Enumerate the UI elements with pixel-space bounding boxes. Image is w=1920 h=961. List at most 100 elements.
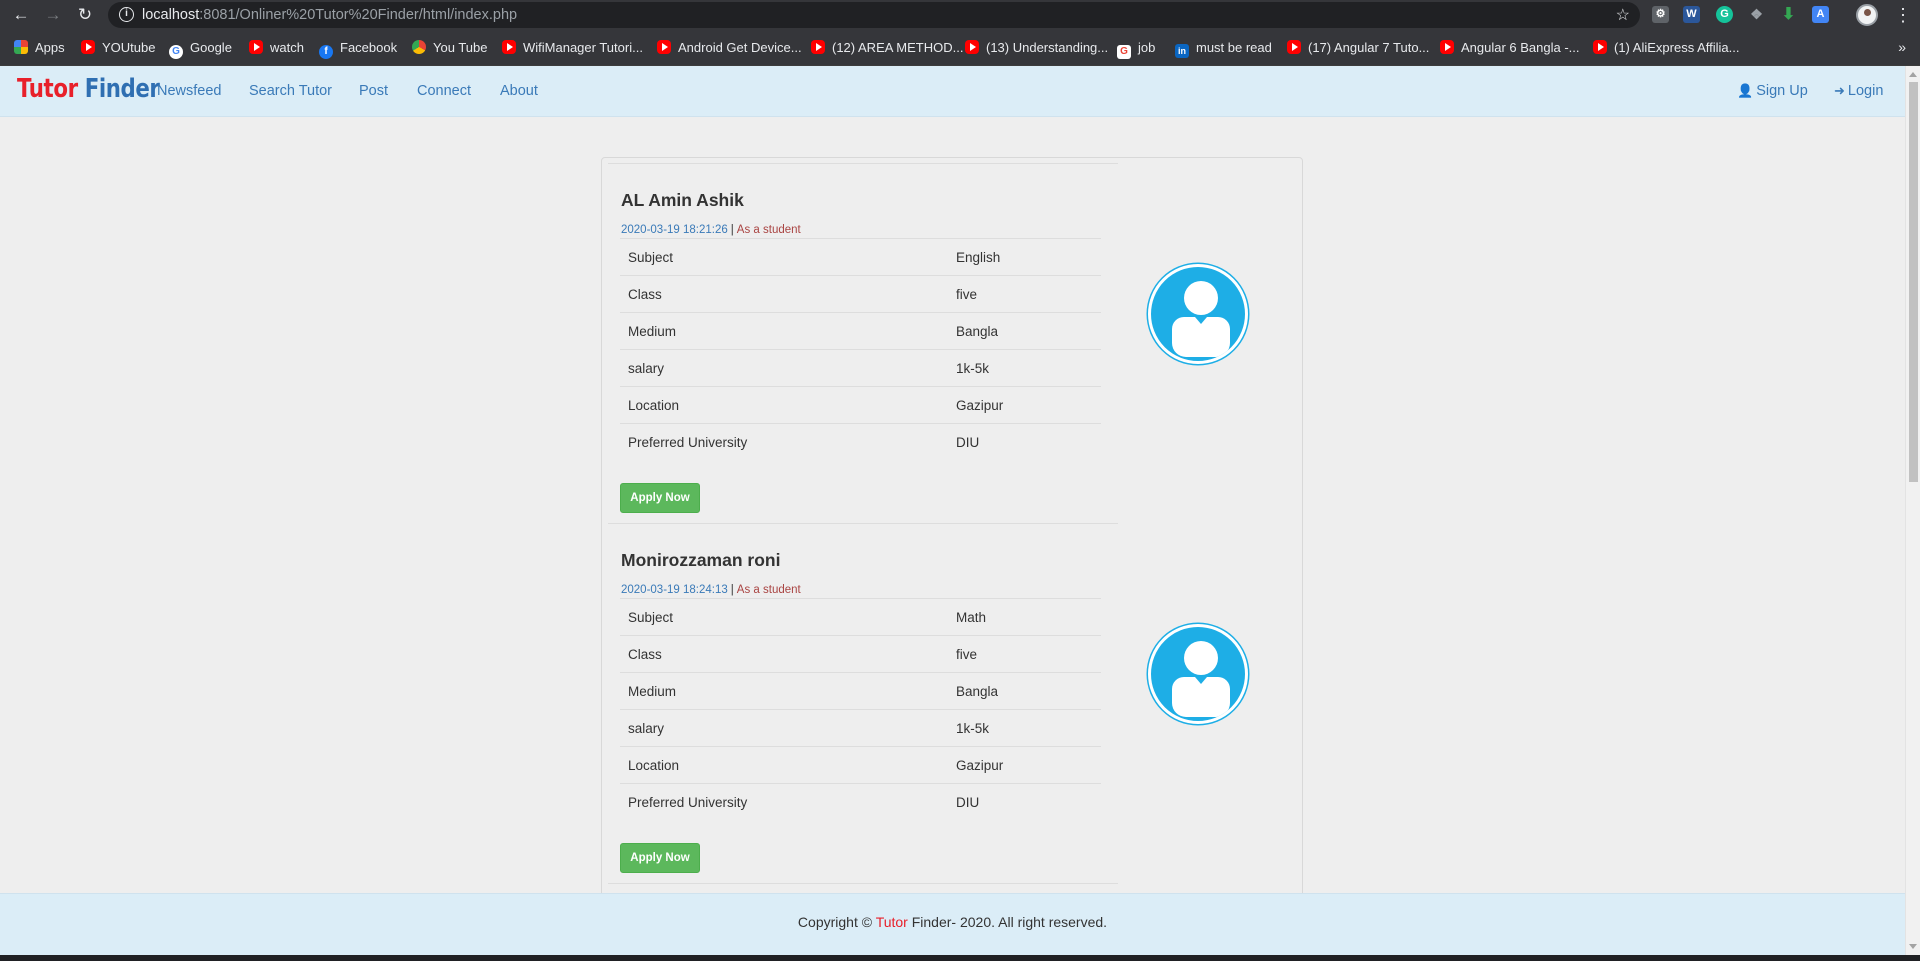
bookmark-angular7[interactable]: (17) Angular 7 Tuto... [1287, 39, 1429, 57]
youtube-icon [965, 40, 979, 54]
youtube-icon [1287, 40, 1301, 54]
scroll-up-icon[interactable] [1909, 72, 1917, 77]
chrome-icon [412, 40, 426, 54]
bookmark-android[interactable]: Android Get Device... [657, 39, 802, 57]
youtube-icon [502, 40, 516, 54]
divider [608, 523, 1118, 524]
user-icon: 👤 [1737, 83, 1754, 98]
bookmarks-overflow-button[interactable]: » [1898, 39, 1906, 55]
detail-value: five [948, 635, 1101, 673]
post-date: 2020-03-19 18:24:13 [621, 584, 728, 596]
detail-value: Math [948, 598, 1101, 636]
post-meta: 2020-03-19 18:24:13 | As a student [621, 584, 801, 596]
detail-key: Preferred University [620, 423, 948, 461]
detail-key: Subject [620, 238, 948, 276]
detail-value: Gazipur [948, 746, 1101, 784]
detail-value: Bangla [948, 312, 1101, 350]
bookmark-area-method[interactable]: (12) AREA METHOD... [811, 39, 963, 57]
nav-post[interactable]: Post [359, 83, 388, 99]
menu-icon[interactable]: ⋮ [1894, 4, 1912, 26]
detail-key: salary [620, 349, 948, 387]
apply-now-button[interactable]: Apply Now [620, 483, 700, 513]
extension-icon[interactable]: ⚙ [1652, 6, 1669, 23]
url-text[interactable]: localhost:8081/Onliner%20Tutor%20Finder/… [142, 7, 517, 23]
detail-key: salary [620, 709, 948, 747]
bookmark-you-tube[interactable]: You Tube [412, 39, 487, 57]
youtube-icon [249, 40, 263, 54]
post-author-name: Monirozzaman roni [621, 550, 781, 570]
copyright-text: Copyright © Tutor Finder- 2020. All righ… [797, 914, 1108, 930]
post-card: AL Amin Ashik 2020-03-19 18:21:26 | As a s… [620, 190, 1130, 520]
back-icon[interactable]: ← [10, 4, 32, 26]
table-row: Location Gazipur [620, 746, 1101, 784]
post-details-table: Subject English Class five Medium Bangla sa… [620, 238, 1101, 461]
detail-value: English [948, 238, 1101, 276]
post-role: As a student [736, 224, 801, 236]
table-row: salary 1k-5k [620, 709, 1101, 747]
address-bar[interactable]: i localhost:8081/Onliner%20Tutor%20Finde… [108, 2, 1640, 28]
nav-search-tutor[interactable]: Search Tutor [249, 83, 332, 99]
linkedin-icon: in [1175, 44, 1189, 58]
detail-key: Preferred University [620, 783, 948, 821]
user-avatar [1148, 264, 1248, 364]
dropbox-icon[interactable]: ❖ [1748, 6, 1765, 23]
post-role: As a student [736, 584, 801, 596]
table-row: Preferred University DIU [620, 423, 1101, 461]
bookmark-must-be-read[interactable]: in must be read [1175, 39, 1272, 58]
bookmark-angular6[interactable]: Angular 6 Bangla -... [1440, 39, 1580, 57]
bookmark-youtube[interactable]: YOUtube [81, 39, 155, 57]
nav-connect[interactable]: Connect [417, 83, 471, 99]
profile-avatar[interactable] [1856, 4, 1878, 26]
apply-now-button[interactable]: Apply Now [620, 843, 700, 873]
detail-key: Location [620, 386, 948, 424]
detail-key: Class [620, 275, 948, 313]
youtube-icon [811, 40, 825, 54]
nav-about[interactable]: About [500, 83, 538, 99]
scrollbar-thumb[interactable] [1909, 82, 1918, 482]
bookmark-watch[interactable]: watch [249, 39, 304, 57]
detail-value: Bangla [948, 672, 1101, 710]
nav-newsfeed[interactable]: Newsfeed [157, 83, 221, 99]
scroll-down-icon[interactable] [1909, 944, 1917, 949]
bookmark-job[interactable]: Gjob [1117, 39, 1155, 59]
download-extension-icon[interactable]: ⬇ [1780, 6, 1797, 23]
bookmark-aliexpress[interactable]: (1) AliExpress Affilia... [1593, 39, 1739, 57]
post-date: 2020-03-19 18:21:26 [621, 224, 728, 236]
google-icon: G [169, 45, 183, 59]
divider [608, 883, 1118, 884]
table-row: Class five [620, 635, 1101, 673]
user-avatar [1148, 624, 1248, 724]
word-extension-icon[interactable]: W [1683, 6, 1700, 23]
youtube-icon [81, 40, 95, 54]
table-row: Location Gazipur [620, 386, 1101, 424]
detail-key: Medium [620, 672, 948, 710]
post-meta: 2020-03-19 18:21:26 | As a student [621, 224, 801, 236]
post-author-name: AL Amin Ashik [621, 190, 744, 210]
grammarly-icon[interactable]: G [1716, 6, 1733, 23]
bookmark-google[interactable]: G Google [169, 39, 232, 59]
bookmark-wifimanager[interactable]: WifiManager Tutori... [502, 39, 643, 57]
bookmarks-bar: Apps YOUtube G Google watch f Facebook You… [0, 30, 1920, 66]
translate-icon[interactable]: A [1812, 6, 1829, 23]
table-row: salary 1k-5k [620, 349, 1101, 387]
signup-link[interactable]: 👤 Sign Up [1737, 83, 1808, 99]
forward-icon[interactable]: → [42, 4, 64, 26]
bookmark-understanding[interactable]: (13) Understanding... [965, 39, 1108, 57]
site-info-icon[interactable]: i [119, 7, 134, 22]
reload-icon[interactable]: ↻ [74, 4, 96, 26]
bookmark-star-icon[interactable]: ☆ [1616, 5, 1630, 25]
detail-value: five [948, 275, 1101, 313]
bookmark-facebook[interactable]: f Facebook [319, 39, 397, 59]
site-logo[interactable]: Tutor Finder [17, 74, 160, 104]
login-icon: ➜ [1834, 83, 1845, 98]
detail-key: Subject [620, 598, 948, 636]
login-link[interactable]: ➜ Login [1834, 83, 1883, 99]
table-row: Subject Math [620, 598, 1101, 636]
apps-icon [14, 40, 28, 54]
detail-key: Medium [620, 312, 948, 350]
bookmark-apps[interactable]: Apps [14, 39, 65, 57]
youtube-icon [1440, 40, 1454, 54]
job-icon: G [1117, 45, 1131, 59]
page-scrollbar[interactable] [1905, 66, 1920, 955]
detail-value: DIU [948, 423, 1101, 461]
